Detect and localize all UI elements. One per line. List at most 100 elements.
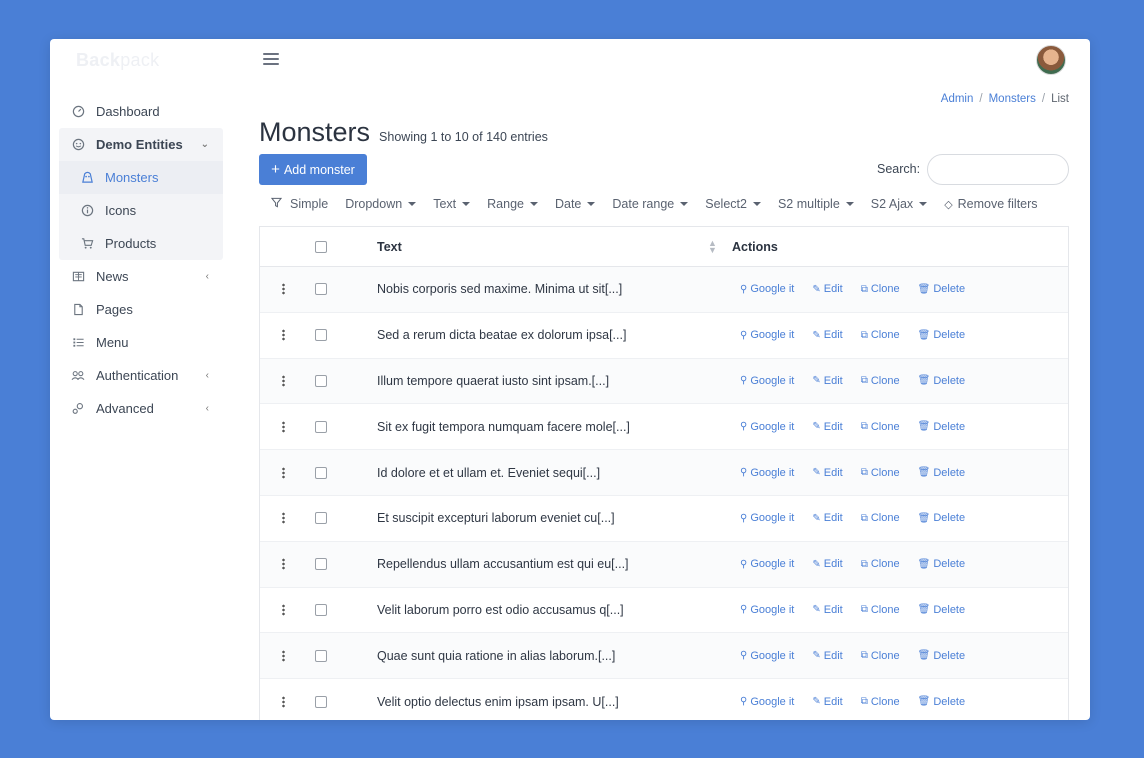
row-options-icon[interactable]	[260, 649, 306, 662]
row-checkbox[interactable]	[315, 695, 327, 708]
google-action-link[interactable]: ⚲ Google it	[740, 604, 794, 616]
row-checkbox[interactable]	[315, 420, 327, 433]
delete-action-link[interactable]: 🗑 Delete	[918, 329, 966, 341]
edit-action-link[interactable]: ✎ Edit	[812, 696, 842, 708]
clone-action-link[interactable]: ⧉ Clone	[861, 329, 900, 341]
clone-action-link[interactable]: ⧉ Clone	[861, 512, 900, 524]
google-action-link[interactable]: ⚲ Google it	[740, 283, 794, 295]
row-options-icon[interactable]	[260, 695, 306, 708]
delete-action-link[interactable]: 🗑 Delete	[918, 421, 966, 433]
search-input[interactable]	[927, 154, 1069, 185]
row-options-icon[interactable]	[260, 283, 306, 296]
sidebar-item-dashboard[interactable]: Dashboard	[59, 95, 223, 128]
edit-action-link[interactable]: ✎ Edit	[812, 512, 842, 524]
filter-dropdown[interactable]: Dropdown	[345, 197, 417, 211]
sidebar-item-menu[interactable]: Menu	[59, 326, 223, 359]
google-action-link[interactable]: ⚲ Google it	[740, 421, 794, 433]
delete-action-link[interactable]: 🗑 Delete	[918, 283, 966, 295]
filter-date-range[interactable]: Date range	[612, 197, 689, 211]
edit-action-link[interactable]: ✎ Edit	[812, 604, 842, 616]
row-options-icon[interactable]	[260, 420, 306, 433]
google-action-link[interactable]: ⚲ Google it	[740, 467, 794, 479]
sidebar-item-news[interactable]: News ‹	[59, 260, 223, 293]
row-options-icon[interactable]	[260, 374, 306, 387]
clone-action-link[interactable]: ⧉ Clone	[861, 375, 900, 387]
google-action-link[interactable]: ⚲ Google it	[740, 329, 794, 341]
edit-action-link[interactable]: ✎ Edit	[812, 375, 842, 387]
row-checkbox[interactable]	[315, 558, 327, 571]
row-checkbox-cell	[306, 466, 336, 479]
delete-action-link[interactable]: 🗑 Delete	[918, 696, 966, 708]
filter-select2[interactable]: Select2	[705, 197, 761, 211]
sidebar-item-icons[interactable]: Icons	[59, 194, 223, 227]
row-options-icon[interactable]	[260, 329, 306, 342]
filter-range[interactable]: Range	[487, 197, 538, 211]
delete-action-link[interactable]: 🗑 Delete	[918, 604, 966, 616]
clone-action-link[interactable]: ⧉ Clone	[861, 650, 900, 662]
row-checkbox[interactable]	[315, 466, 327, 479]
row-checkbox[interactable]	[315, 603, 327, 616]
column-header-text[interactable]: Text	[377, 240, 402, 254]
filter-text[interactable]: Text	[433, 197, 471, 211]
row-options-icon[interactable]	[260, 558, 306, 571]
filter-s2-ajax[interactable]: S2 Ajax	[871, 197, 928, 211]
sort-icon[interactable]: ▲ ▼	[708, 239, 717, 255]
chevron-left-icon: ‹	[205, 271, 209, 282]
row-checkbox[interactable]	[315, 283, 327, 296]
clone-icon: ⧉	[860, 650, 868, 662]
menu-toggle-button[interactable]	[263, 53, 279, 67]
row-options-icon[interactable]	[260, 603, 306, 616]
edit-action-link[interactable]: ✎ Edit	[812, 421, 842, 433]
clone-action-link[interactable]: ⧉ Clone	[861, 558, 900, 570]
edit-action-link[interactable]: ✎ Edit	[812, 650, 842, 662]
row-checkbox[interactable]	[315, 649, 327, 662]
delete-action-link[interactable]: 🗑 Delete	[918, 375, 966, 387]
row-checkbox[interactable]	[315, 512, 327, 525]
clone-action-link[interactable]: ⧉ Clone	[861, 604, 900, 616]
delete-action-link[interactable]: 🗑 Delete	[918, 467, 966, 479]
select-all-checkbox[interactable]	[315, 240, 327, 253]
user-avatar[interactable]	[1036, 45, 1066, 75]
row-actions: ⚲ Google it ✎ Edit ⧉ Clone 🗑 Delete	[740, 375, 983, 387]
add-monster-button[interactable]: + Add monster	[259, 154, 367, 185]
row-checkbox[interactable]	[315, 374, 327, 387]
sidebar-item-demo-entities[interactable]: Demo Entities ⌄	[59, 128, 223, 161]
google-action-link[interactable]: ⚲ Google it	[740, 512, 794, 524]
clone-action-link[interactable]: ⧉ Clone	[861, 467, 900, 479]
filter-s2-multiple[interactable]: S2 multiple	[778, 197, 854, 211]
google-action-link[interactable]: ⚲ Google it	[740, 558, 794, 570]
edit-action-link[interactable]: ✎ Edit	[812, 467, 842, 479]
row-actions: ⚲ Google it ✎ Edit ⧉ Clone 🗑 Delete	[740, 604, 983, 616]
google-action-link[interactable]: ⚲ Google it	[740, 375, 794, 387]
brand-logo[interactable]: Backpack	[76, 50, 159, 71]
clone-action-link[interactable]: ⧉ Clone	[861, 421, 900, 433]
row-options-icon[interactable]	[260, 512, 306, 525]
edit-action-link[interactable]: ✎ Edit	[812, 558, 842, 570]
sidebar-item-authentication[interactable]: Authentication ‹	[59, 359, 223, 392]
delete-action-link[interactable]: 🗑 Delete	[918, 512, 966, 524]
clone-action-link[interactable]: ⧉ Clone	[861, 696, 900, 708]
chevron-left-icon: ‹	[205, 403, 209, 414]
sidebar-item-pages[interactable]: Pages	[59, 293, 223, 326]
remove-filters-button[interactable]: ◇ Remove filters	[944, 197, 1037, 211]
edit-action-link[interactable]: ✎ Edit	[812, 329, 842, 341]
breadcrumb-admin-link[interactable]: Admin	[941, 93, 974, 105]
row-options-icon[interactable]	[260, 466, 306, 479]
edit-action-link[interactable]: ✎ Edit	[812, 283, 842, 295]
google-action-link[interactable]: ⚲ Google it	[740, 650, 794, 662]
clone-action-link[interactable]: ⧉ Clone	[861, 283, 900, 295]
cell-text: Repellendus ullam accusantium est qui eu…	[377, 557, 629, 572]
sidebar-item-products[interactable]: Products	[59, 227, 223, 260]
sidebar-item-monsters[interactable]: Monsters	[59, 161, 223, 194]
filter-date[interactable]: Date	[555, 197, 596, 211]
trash-icon: 🗑	[917, 512, 931, 524]
action-label: Delete	[933, 329, 966, 342]
chevron-left-icon: ‹	[205, 370, 209, 381]
delete-action-link[interactable]: 🗑 Delete	[918, 558, 966, 570]
breadcrumb-monsters-link[interactable]: Monsters	[989, 93, 1036, 105]
sidebar-item-advanced[interactable]: Advanced ‹	[59, 392, 223, 425]
filter-simple[interactable]: Simple	[270, 197, 328, 211]
delete-action-link[interactable]: 🗑 Delete	[918, 650, 966, 662]
row-checkbox[interactable]	[315, 329, 327, 342]
google-action-link[interactable]: ⚲ Google it	[740, 696, 794, 708]
